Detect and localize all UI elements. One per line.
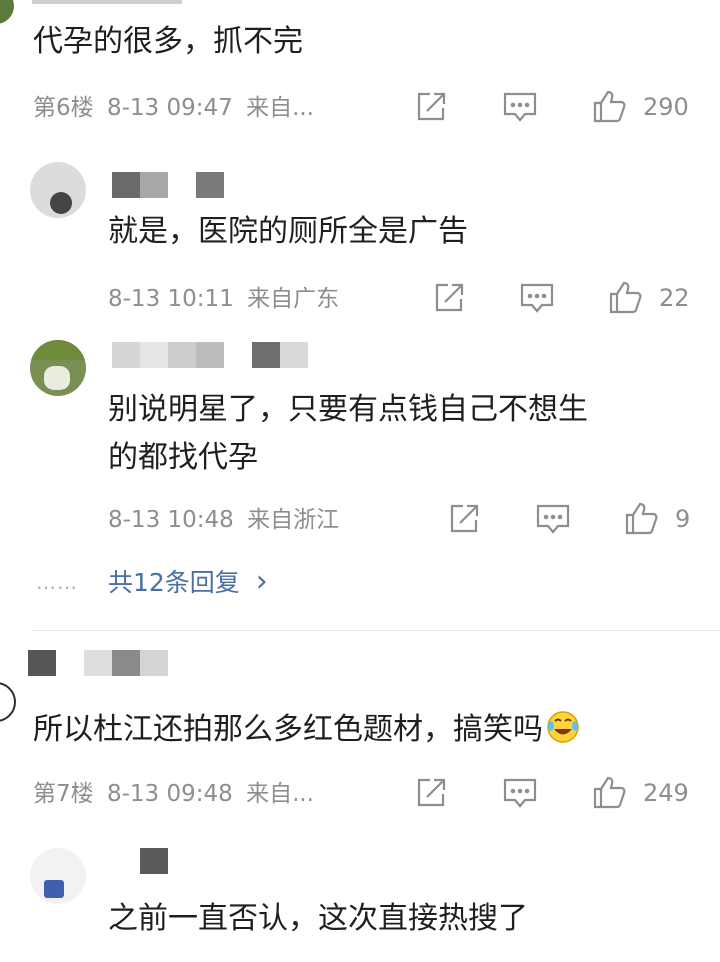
timestamp: 8-13 10:11 (108, 286, 234, 312)
comment-icon (503, 92, 537, 122)
like-button[interactable]: 249 (591, 774, 691, 810)
location: 来自广东 (247, 286, 340, 312)
reply-text-line-1: 别说明星了，只要有点钱自己不想生 (108, 392, 588, 427)
floor-label: 第7楼 (33, 781, 94, 807)
divider (32, 630, 720, 631)
like-count: 249 (643, 779, 689, 807)
comment-body: 所以杜江还拍那么多红色题材，搞笑吗 (33, 712, 543, 747)
comment-meta: 第7楼 8-13 09:48 来自... (33, 779, 314, 809)
thumbs-up-icon (625, 502, 658, 535)
share-button[interactable] (447, 502, 481, 536)
laughing-crying-emoji-icon (547, 711, 579, 743)
timestamp: 8-13 10:48 (108, 507, 234, 533)
reply-text: 就是，医院的厕所全是广告 (108, 214, 468, 249)
username-redacted[interactable] (28, 650, 228, 678)
like-count: 9 (675, 505, 691, 533)
share-icon (417, 778, 446, 807)
avatar[interactable] (30, 340, 86, 396)
comment-button[interactable] (519, 281, 555, 315)
location: 来自... (246, 781, 314, 807)
comment-icon (503, 778, 537, 808)
avatar[interactable] (30, 162, 86, 218)
comment-button[interactable] (502, 90, 538, 124)
thumbs-up-icon (609, 281, 642, 314)
share-button[interactable] (432, 281, 466, 315)
comment-button[interactable] (502, 776, 538, 810)
username-redacted[interactable] (112, 342, 312, 368)
share-icon (417, 92, 446, 121)
reply-meta: 8-13 10:11 来自广东 (108, 284, 339, 314)
location: 来自... (246, 95, 314, 121)
timestamp: 8-13 09:47 (106, 95, 233, 121)
replies-count-label: 共12条回复 (108, 568, 240, 597)
username-redacted[interactable] (112, 172, 232, 198)
location: 来自浙江 (247, 507, 340, 533)
reply-meta: 8-13 10:48 来自浙江 (108, 505, 339, 535)
avatar[interactable] (0, 682, 16, 722)
chevron-right-icon: › (255, 564, 268, 599)
share-button[interactable] (414, 90, 448, 124)
thumbs-up-icon (593, 776, 626, 809)
share-icon (435, 283, 464, 312)
comment-button[interactable] (535, 502, 571, 536)
like-count: 290 (643, 93, 689, 121)
comment-icon (520, 283, 554, 313)
like-button[interactable]: 290 (591, 88, 691, 124)
thumbs-up-icon (593, 90, 626, 123)
comment-icon (536, 504, 570, 534)
like-button[interactable]: 9 (623, 500, 703, 536)
share-icon (450, 504, 479, 533)
timestamp: 8-13 09:48 (106, 781, 233, 807)
comment-text: 所以杜江还拍那么多红色题材，搞笑吗 (33, 706, 581, 754)
comment-meta: 第6楼 8-13 09:47 来自... (33, 93, 314, 123)
avatar[interactable] (0, 0, 14, 24)
floor-label: 第6楼 (33, 95, 94, 121)
reply-text: 之前一直否认，这次直接热搜了 (108, 901, 528, 936)
view-all-replies-link[interactable]: 共12条回复 › (108, 565, 268, 600)
avatar[interactable] (30, 848, 86, 904)
replies-dots: …… (36, 570, 78, 594)
share-button[interactable] (414, 776, 448, 810)
like-button[interactable]: 22 (607, 279, 697, 315)
reply-text-line-2: 的都找代孕 (108, 440, 258, 475)
username-redacted[interactable] (112, 848, 192, 876)
like-count: 22 (659, 284, 690, 312)
username-redacted[interactable] (32, 0, 182, 4)
comment-text: 代孕的很多，抓不完 (33, 24, 303, 59)
